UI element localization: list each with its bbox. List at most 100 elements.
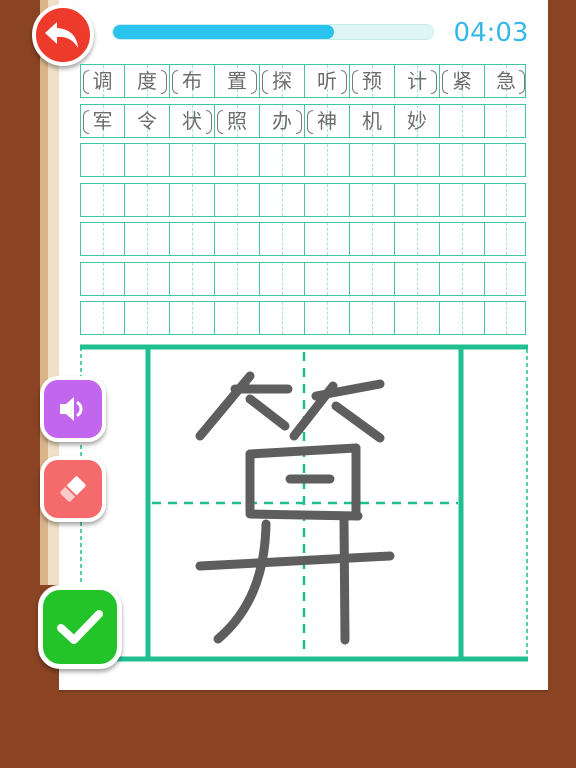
word-grid-char	[350, 263, 394, 295]
word-grid-char	[305, 184, 349, 216]
word-grid-char	[350, 223, 394, 255]
word-grid-cell	[395, 183, 440, 216]
word-grid-cell	[215, 223, 260, 255]
word-grid-char	[125, 144, 169, 176]
word-grid-char	[350, 144, 394, 176]
word-grid-cell	[125, 302, 170, 334]
word-grid-cell: 置	[215, 65, 260, 97]
word-grid-char: 机	[362, 108, 382, 133]
word-grid-cell	[350, 302, 395, 334]
word-grid-cell	[395, 144, 440, 176]
word-grid-char	[305, 263, 349, 295]
eraser-button[interactable]	[40, 456, 106, 522]
word-grid-char: 令	[137, 108, 157, 133]
word-grid-char	[260, 302, 304, 334]
writing-canvas[interactable]	[80, 344, 528, 662]
open-paren	[352, 70, 358, 94]
word-grid-cell: 探	[260, 65, 305, 97]
word-grid-cell	[485, 104, 527, 137]
word-grid-cell	[260, 183, 305, 216]
word-grid-char	[125, 223, 169, 255]
word-grid-cell: 急	[485, 65, 527, 97]
word-grid-cell	[485, 302, 527, 334]
word-grid-char	[395, 144, 439, 176]
word-grid-char	[395, 223, 439, 255]
word-grid-char	[305, 223, 349, 255]
word-grid-cell	[125, 262, 170, 295]
word-grid-cell	[81, 183, 125, 216]
word-grid-char	[260, 263, 304, 295]
word-grid-char	[485, 144, 527, 176]
word-grid-char	[81, 302, 124, 334]
word-grid-cell	[350, 144, 395, 176]
word-grid-cell: 妙	[395, 104, 440, 137]
word-grid-char	[485, 223, 527, 255]
close-paren	[251, 70, 257, 94]
word-grid-cell	[485, 262, 527, 295]
close-paren	[161, 70, 167, 94]
stroke-12	[195, 551, 395, 571]
word-grid-cell: 布	[170, 65, 215, 97]
handwritten-character-strokes	[195, 371, 395, 645]
word-grid-cell	[440, 144, 485, 176]
writing-board[interactable]	[80, 344, 528, 662]
word-grid-cell	[260, 223, 305, 255]
progress-bar	[112, 24, 434, 40]
word-grid-char	[440, 302, 484, 334]
word-grid-row	[80, 222, 526, 256]
word-grid-cell	[81, 144, 125, 176]
word-grid-cell: 预	[350, 65, 395, 97]
progress-fill	[113, 25, 334, 39]
word-grid-char	[305, 302, 349, 334]
word-grid-char	[260, 223, 304, 255]
word-grid-cell	[125, 223, 170, 255]
speaker-icon	[60, 397, 83, 421]
word-grid-cell	[260, 144, 305, 176]
word-grid-char	[215, 184, 259, 216]
word-grid-cell	[305, 262, 350, 295]
word-practice-grid: 调度布置探听预计紧急军令状照办神机妙	[80, 64, 526, 336]
word-grid-cell	[170, 223, 215, 255]
word-grid-char	[170, 184, 214, 216]
back-button[interactable]	[32, 4, 94, 66]
word-grid-cell	[440, 104, 485, 137]
open-paren	[307, 109, 313, 134]
sound-button[interactable]	[40, 376, 106, 442]
stroke-13	[213, 519, 271, 644]
stroke-6	[331, 401, 385, 443]
word-grid-char	[440, 223, 484, 255]
confirm-button[interactable]	[38, 585, 122, 669]
word-grid-row	[80, 261, 527, 296]
close-paren	[519, 70, 525, 94]
word-grid-char	[440, 263, 484, 295]
word-grid-char	[170, 302, 214, 334]
word-grid-row: 调度布置探听预计紧急	[80, 64, 526, 98]
word-grid-cell	[215, 144, 260, 176]
word-grid-cell	[305, 223, 350, 255]
word-grid-cell: 神	[305, 104, 350, 137]
word-grid-cell: 度	[125, 65, 170, 97]
close-paren	[431, 70, 437, 94]
word-grid-cell	[125, 183, 170, 216]
word-grid-char	[305, 144, 349, 176]
word-grid-char	[440, 105, 484, 137]
word-grid-cell	[440, 262, 485, 295]
word-grid-row	[80, 301, 526, 335]
word-grid-char	[125, 184, 169, 216]
word-grid-char	[395, 263, 439, 295]
word-grid-cell	[350, 183, 395, 216]
word-grid-cell: 状	[170, 104, 215, 137]
word-grid-char	[81, 184, 124, 216]
stroke-14	[339, 515, 350, 645]
eraser-icon	[59, 476, 86, 503]
word-grid-cell	[395, 223, 440, 255]
word-grid-char	[170, 144, 214, 176]
word-grid-cell	[440, 183, 485, 216]
word-grid-cell: 听	[305, 65, 350, 97]
word-grid-row: 军令状照办神机妙	[80, 103, 527, 138]
word-grid-cell	[350, 262, 395, 295]
word-grid-char	[170, 263, 214, 295]
word-grid-char	[395, 184, 439, 216]
word-grid-cell	[215, 183, 260, 216]
stroke-5	[311, 379, 385, 401]
